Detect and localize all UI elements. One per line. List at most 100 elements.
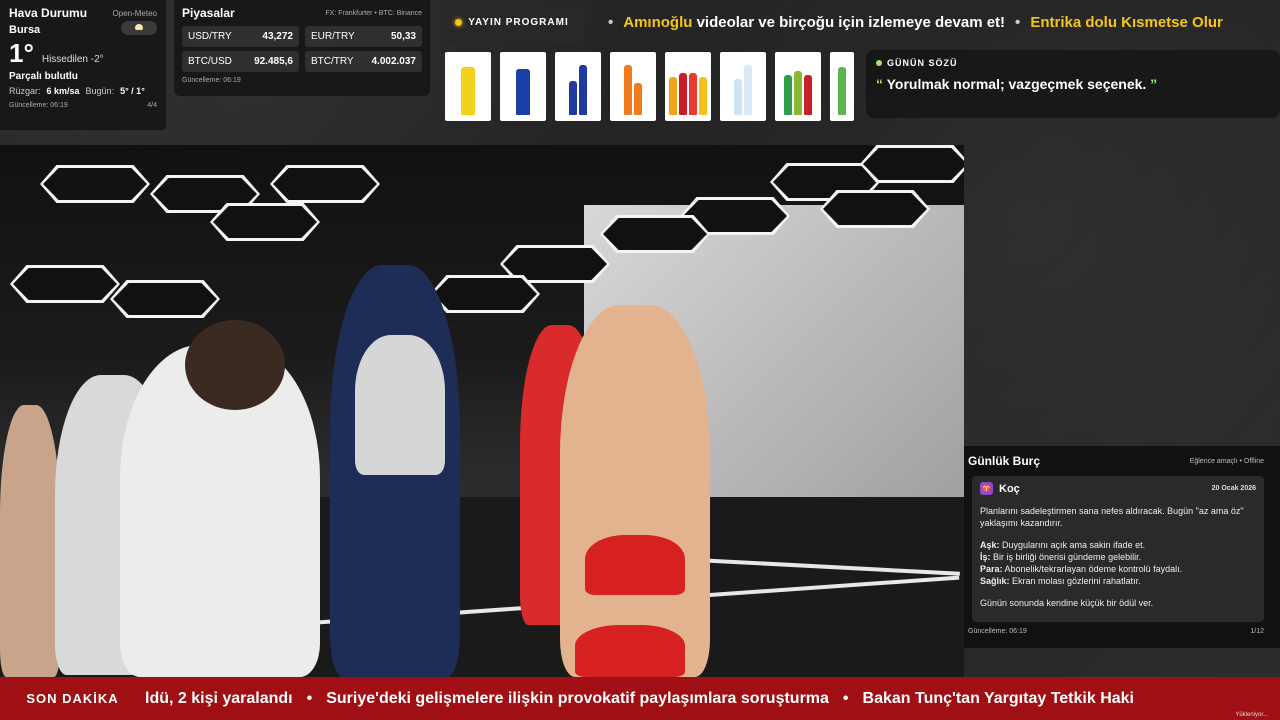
market-value: 50,33 [390,31,416,42]
ticker-separator: • [608,13,614,31]
program-item-highlight: Amınoğlu [623,13,693,31]
person-figure [585,535,685,595]
quote-dot-icon [876,60,882,66]
weather-feels-like: Hissedilen -2° [41,54,104,65]
person-figure [575,625,685,677]
horoscope-money: Para: Abonelik/tekrarlayan ödeme kontrol… [980,563,1256,575]
wind-value: 6 km/sa [46,86,80,96]
breaking-news-badge: SON DAKİKA [26,691,119,706]
quote-title-label: GÜNÜN SÖZÜ [887,58,958,68]
market-value: 92.485,6 [254,56,293,67]
video-player[interactable] [0,145,964,677]
quote-title: GÜNÜN SÖZÜ [876,58,1270,68]
product-image [610,52,656,121]
health-text: Ekran molası gözlerini rahatlatır. [1009,576,1141,586]
horoscope-updated: Güncelleme: 06:19 [968,628,1027,635]
today-value: 5° / 1° [120,86,145,96]
news-item: Suriye'deki gelişmelere ilişkin provokat… [326,689,829,707]
love-label: Aşk: [980,540,1000,550]
horoscope-love: Aşk: Duygularını açık ama sakin ifade et… [980,539,1256,551]
weather-updated: Güncelleme: 06:19 [9,102,68,109]
quote-widget: GÜNÜN SÖZÜ “ Yorulmak normal; vazgeçmek … [866,50,1280,118]
live-dot-icon [455,18,463,26]
weather-widget: Hava Durumu Open-Meteo Bursa 1° Hissedil… [0,0,166,130]
market-usd-try: USD/TRY 43,272 [182,26,299,47]
breaking-news-bar: SON DAKİKA ldü, 2 kişi yaralandı • Suriye'… [0,677,1280,720]
horoscope-work: İş: Bir iş birliği önerisi gündeme geleb… [980,551,1256,563]
person-figure [355,335,445,475]
weather-title: Hava Durumu [9,6,88,20]
person-figure [185,320,285,410]
horoscope-date: 20 Ocak 2026 [1211,485,1256,492]
news-item: Bakan Tunç'tan Yargıtay Tetkik Haki [862,689,1134,707]
weather-city: Bursa [9,24,41,36]
partly-cloudy-icon [121,21,157,35]
weather-details: Rüzgar: 6 km/sa Bugün: 5° / 1° [9,86,157,96]
program-item-text: videolar ve birçoğu için izlemeye devam … [692,13,1006,31]
quote-close-icon: ” [1150,76,1158,92]
quote-open-icon: “ [876,76,883,92]
work-label: İş: [980,552,991,562]
love-text: Duygularını açık ama sakin ifade et. [999,540,1146,550]
market-value: 4.002.037 [371,56,417,67]
markets-updated: Güncelleme: 06:19 [182,77,241,84]
weather-description: Parçalı bulutlu [9,71,78,82]
product-image [720,52,766,121]
market-label: EUR/TRY [311,31,355,42]
health-label: Sağlık: [980,576,1010,586]
ceiling-light [600,215,710,253]
program-text: • Amınoğlu videolar ve birçoğu için izlem… [598,14,1223,31]
horoscope-title: Günlük Burç [968,454,1041,468]
product-image [445,52,491,121]
ticker-separator: • [306,689,313,707]
person-figure [0,405,60,677]
ceiling-light [430,275,540,313]
market-label: BTC/USD [188,56,232,67]
program-item-highlight: Entrika dolu Kısmetse Olur [1030,13,1223,31]
horoscope-health: Sağlık: Ekran molası gözlerini rahatlatı… [980,575,1256,587]
market-eur-try: EUR/TRY 50,33 [305,26,422,47]
person-figure [560,305,710,677]
money-label: Para: [980,564,1003,574]
markets-title: Piyasalar [182,6,235,20]
markets-source: FX: Frankfurter • BTC: Binance [325,9,422,17]
horoscope-page: 1/12 [1250,628,1264,635]
today-label: Bugün: [85,86,115,96]
product-image [665,52,711,121]
horoscope-body: Planlarını sadeleştirmen sana nefes aldı… [980,505,1256,609]
ceiling-light [820,190,930,228]
product-image [830,52,854,121]
ceiling-light [860,145,964,183]
ticker-separator: • [842,689,849,707]
work-text: Bir iş birliği önerisi gündeme gelebilir… [990,552,1142,562]
horoscope-card: ♈ Koç 20 Ocak 2026 Planlarını sadeleştir… [972,476,1264,622]
breaking-news-text: ldü, 2 kişi yaralandı • Suriye'deki gelişm… [145,690,1134,708]
product-image [775,52,821,121]
product-strip [445,52,854,121]
news-item: ldü, 2 kişi yaralandı [145,689,293,707]
program-badge: YAYIN PROGRAMI [440,1,584,43]
markets-widget: Piyasalar FX: Frankfurter • BTC: Binance… [174,0,430,96]
ticker-separator: • [1015,13,1021,31]
market-label: USD/TRY [188,31,232,42]
loading-indicator: Yükleniyor... [1235,712,1268,718]
horoscope-sign: Koç [999,482,1020,495]
horoscope-widget: Günlük Burç Eğlence amaçlı • Offline ♈ K… [964,446,1280,648]
aries-icon: ♈ [980,482,993,495]
ceiling-light [110,280,220,318]
market-label: BTC/TRY [311,56,354,67]
market-btc-try: BTC/TRY 4.002.037 [305,51,422,72]
ceiling-light [210,203,320,241]
quote-text: “ Yorulmak normal; vazgeçmek seçenek. ” [876,76,1270,92]
weather-source: Open-Meteo [112,8,157,18]
wind-label: Rüzgar: [9,86,41,96]
weather-page: 4/4 [147,102,157,109]
program-ticker: YAYIN PROGRAMI • Amınoğlu videolar ve bir… [440,0,1280,44]
product-image [555,52,601,121]
horoscope-closing: Günün sonunda kendine küçük bir ödül ver… [980,598,1154,608]
market-btc-usd: BTC/USD 92.485,6 [182,51,299,72]
quote-body: Yorulmak normal; vazgeçmek seçenek. [883,76,1151,92]
horoscope-meta: Eğlence amaçlı • Offline [1189,457,1264,465]
ceiling-light [40,165,150,203]
money-text: Abonelik/tekrarlayan ödeme kontrolü fayd… [1002,564,1183,574]
